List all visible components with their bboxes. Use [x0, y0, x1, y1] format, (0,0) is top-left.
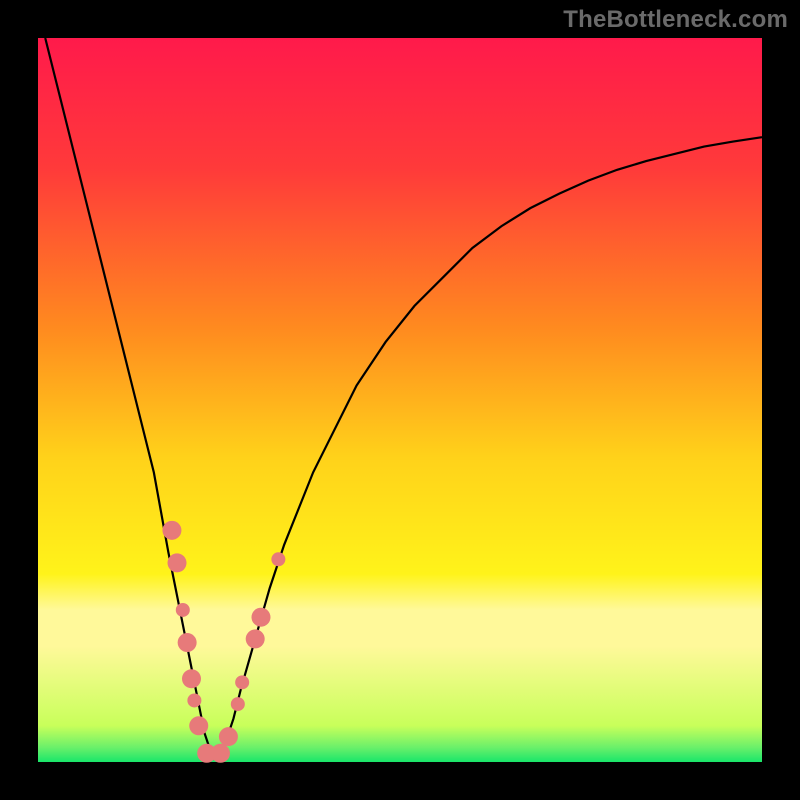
benchmark-point: [231, 697, 245, 711]
benchmark-point: [271, 552, 285, 566]
benchmark-point: [176, 603, 190, 617]
benchmark-point: [219, 727, 238, 746]
chart-frame: TheBottleneck.com: [0, 0, 800, 800]
plot-area: [38, 38, 762, 762]
benchmark-point: [251, 608, 270, 627]
benchmark-point: [168, 553, 187, 572]
benchmark-point: [211, 744, 230, 763]
watermark-text: TheBottleneck.com: [563, 6, 788, 34]
benchmark-point: [246, 629, 265, 648]
benchmark-point: [187, 693, 201, 707]
chart-svg: [38, 38, 762, 762]
benchmark-markers: [162, 521, 285, 763]
benchmark-point: [182, 669, 201, 688]
benchmark-point: [189, 716, 208, 735]
benchmark-point: [235, 675, 249, 689]
bottleneck-curve: [45, 38, 762, 755]
benchmark-point: [162, 521, 181, 540]
benchmark-point: [178, 633, 197, 652]
